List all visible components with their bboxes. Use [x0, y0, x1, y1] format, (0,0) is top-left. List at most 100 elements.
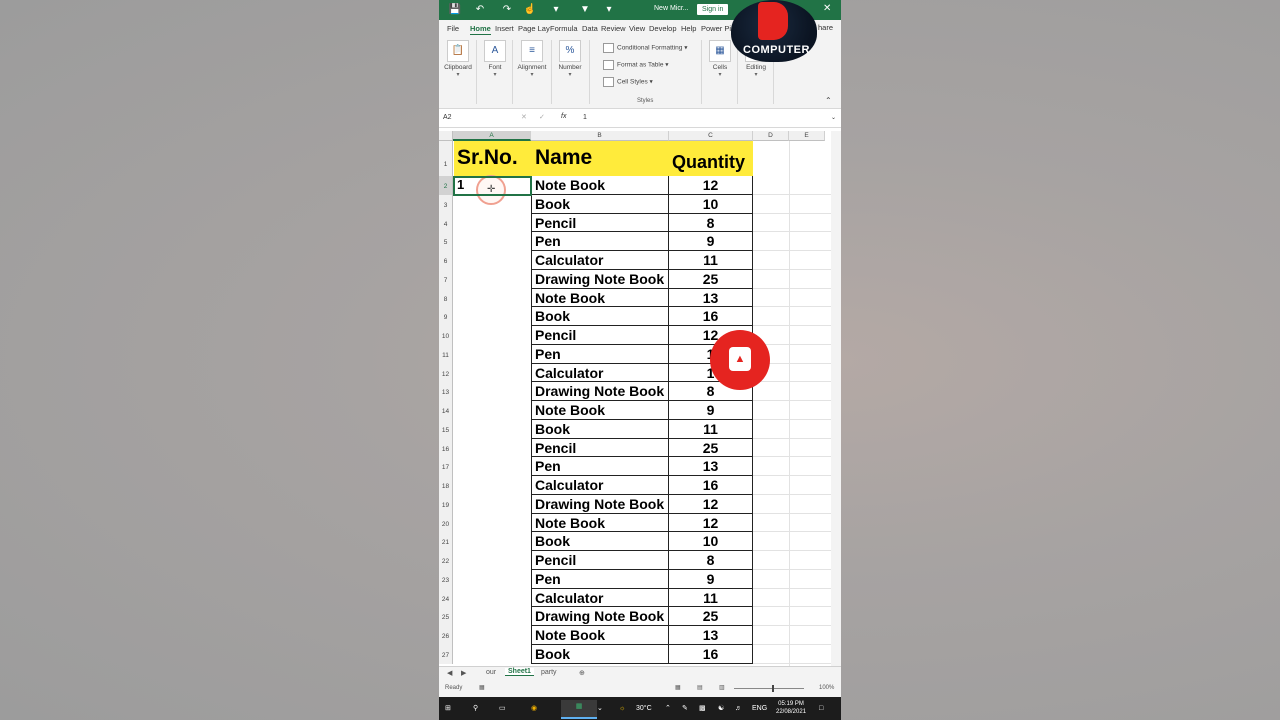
page-layout-view-icon[interactable]: ▤: [697, 684, 703, 691]
cell-name[interactable]: Pencil: [531, 551, 669, 570]
selected-cell-a2[interactable]: [453, 176, 532, 196]
cell-name[interactable]: Drawing Note Book: [531, 494, 669, 514]
cell-sr-no[interactable]: [454, 589, 532, 608]
sign-in-button[interactable]: Sign in: [697, 4, 729, 15]
language-indicator[interactable]: ENG: [752, 702, 767, 715]
cell-styles-button[interactable]: Cell Styles ▾: [603, 77, 653, 87]
cell-quantity[interactable]: 25: [669, 607, 753, 627]
row-header[interactable]: 18: [439, 476, 453, 495]
cell-quantity[interactable]: 16: [669, 307, 753, 327]
tab-page-layout[interactable]: Page Lay: [518, 24, 550, 33]
cell-quantity[interactable]: 9: [669, 569, 753, 589]
cell-quantity[interactable]: 8: [669, 213, 753, 233]
system-tray-chevron-icon[interactable]: ⌃: [665, 702, 671, 715]
cell-name[interactable]: Pencil: [531, 438, 669, 458]
format-as-table-button[interactable]: Format as Table ▾: [603, 60, 669, 70]
cell-sr-no[interactable]: [454, 382, 532, 401]
alignment-group[interactable]: ≡ Alignment ▾: [516, 40, 548, 78]
cell-quantity[interactable]: 25: [669, 269, 753, 289]
excel-taskbar-icon[interactable]: ▦: [561, 700, 597, 719]
task-view-icon[interactable]: ▭: [499, 702, 506, 715]
cell-name[interactable]: Pen: [531, 232, 669, 252]
cell-sr-no[interactable]: [454, 551, 532, 570]
cell-sr-no[interactable]: [454, 420, 532, 439]
row-header[interactable]: 27: [439, 645, 453, 664]
cell-sr-no[interactable]: [454, 457, 532, 476]
row-header[interactable]: 16: [439, 438, 453, 458]
row-header[interactable]: 6: [439, 251, 453, 270]
cell-quantity[interactable]: 12: [669, 513, 753, 533]
cell-sr-no[interactable]: [454, 289, 532, 308]
vertical-scrollbar[interactable]: [831, 131, 841, 666]
cell-name[interactable]: Pencil: [531, 326, 669, 345]
row-header[interactable]: 5: [439, 232, 453, 252]
cell-name[interactable]: Drawing Note Book: [531, 382, 669, 402]
cell-quantity[interactable]: 13: [669, 457, 753, 477]
row-header[interactable]: 4: [439, 213, 453, 233]
cell-quantity[interactable]: 16: [669, 476, 753, 495]
new-sheet-icon[interactable]: ⊕: [579, 669, 585, 677]
search-icon[interactable]: ⚲: [473, 702, 478, 715]
row-header[interactable]: 26: [439, 626, 453, 645]
cell-quantity[interactable]: 8: [669, 551, 753, 570]
pen-icon[interactable]: ✎: [682, 702, 688, 715]
cell-sr-no[interactable]: [454, 195, 532, 214]
cell-quantity[interactable]: 11: [669, 588, 753, 608]
cell-name[interactable]: Calculator: [531, 588, 669, 608]
clock[interactable]: 05:19 PM 22/08/2021: [776, 700, 806, 716]
cell-sr-no[interactable]: [454, 532, 532, 551]
cell-sr-no[interactable]: [454, 307, 532, 326]
scroll-tabs-right-icon[interactable]: ▶: [461, 669, 466, 677]
insert-function-icon[interactable]: fx: [561, 113, 566, 120]
filter-icon[interactable]: ▼: [578, 3, 592, 17]
row-header[interactable]: 2: [439, 176, 453, 195]
cell-sr-no[interactable]: [454, 495, 532, 514]
cell-quantity[interactable]: 10: [669, 532, 753, 552]
accessibility-icon[interactable]: ▦: [479, 684, 485, 691]
cell-quantity[interactable]: 13: [669, 288, 753, 308]
row-header[interactable]: 22: [439, 551, 453, 570]
cell-quantity[interactable]: 9: [669, 401, 753, 420]
cell-sr-no[interactable]: [454, 345, 532, 364]
row-header[interactable]: 15: [439, 419, 453, 439]
row-header[interactable]: 19: [439, 494, 453, 514]
cell-name[interactable]: Pen: [531, 344, 669, 364]
cell-name[interactable]: Calculator: [531, 363, 669, 383]
tab-formulas[interactable]: Formula: [550, 24, 578, 33]
row-header[interactable]: 23: [439, 569, 453, 589]
formula-input[interactable]: 1: [583, 114, 587, 121]
cell-quantity[interactable]: 10: [669, 194, 753, 214]
tab-insert[interactable]: Insert: [495, 24, 514, 33]
enter-check-icon[interactable]: ✓: [539, 113, 545, 121]
network-icon[interactable]: ▩: [699, 702, 706, 715]
globe-icon[interactable]: ☯: [718, 702, 724, 715]
touch-mode-icon[interactable]: ☝: [523, 3, 537, 17]
collapse-ribbon-icon[interactable]: ⌃: [825, 96, 832, 105]
cell-sr-no[interactable]: [454, 232, 532, 251]
cell-name[interactable]: Book: [531, 645, 669, 664]
windows-start-icon[interactable]: ⊞: [445, 702, 451, 715]
column-header-d[interactable]: D: [753, 131, 789, 141]
cell-quantity[interactable]: 11: [669, 251, 753, 270]
cell-name[interactable]: Note Book: [531, 513, 669, 533]
column-header-e[interactable]: E: [789, 131, 825, 141]
row-header[interactable]: 3: [439, 194, 453, 214]
row-header[interactable]: 9: [439, 307, 453, 327]
cell-quantity[interactable]: 25: [669, 438, 753, 458]
scroll-tabs-left-icon[interactable]: ◀: [447, 669, 452, 677]
cell-quantity[interactable]: 9: [669, 232, 753, 252]
close-icon[interactable]: ✕: [823, 3, 831, 14]
cell-sr-no[interactable]: [454, 645, 532, 664]
cell-name[interactable]: Calculator: [531, 476, 669, 495]
clipboard-group[interactable]: 📋 Clipboard ▾: [443, 40, 473, 78]
cells-group[interactable]: ▦ Cells ▾: [707, 40, 733, 78]
row-header[interactable]: 20: [439, 513, 453, 533]
worksheet-grid[interactable]: A B C D E 1 Sr.No. Name Quantity ✛ 2 1 Not…: [439, 131, 831, 666]
select-all-corner[interactable]: [439, 131, 453, 141]
header-name[interactable]: Name: [532, 141, 669, 176]
cell-name[interactable]: Book: [531, 194, 669, 214]
column-header-a[interactable]: A: [453, 131, 531, 141]
tab-power-pivot[interactable]: Power Pi: [701, 24, 731, 33]
cell-name[interactable]: Calculator: [531, 251, 669, 270]
column-header-b[interactable]: B: [531, 131, 669, 141]
